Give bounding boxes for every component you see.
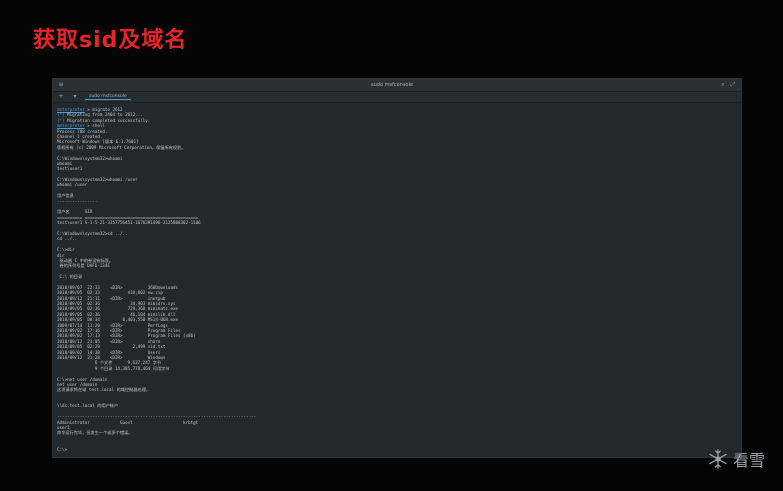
terminal-text: test\user1 xyxy=(57,166,83,172)
terminal-text: ----------------------------------------… xyxy=(57,414,257,420)
terminal-text: 2018/09/07 22:33 <DIR> 360Downloads xyxy=(57,284,179,290)
terminal-text: 2018/09/02 17:16 <DIR> Program Files xyxy=(57,328,181,334)
search-icon[interactable]: ⌕ xyxy=(719,82,727,88)
terminal-text: 2018/09/12 21:11 <DIR> inetpub xyxy=(57,295,166,301)
terminal-text: 2018/09/02 14:38 <DIR> Users xyxy=(57,349,161,355)
terminal-text: test\user1 S-1-5-21-3357756451-167639149… xyxy=(57,220,201,226)
terminal-text: 6 个文件 9,637,247 字节 xyxy=(57,360,162,366)
terminal-window: ≡ sudo msfconsole ⌕ ⤢ + ▾ sudo msfconsol… xyxy=(52,78,742,458)
terminal-prompt: meterpreter xyxy=(57,107,85,112)
terminal-text: 2018/09/12 21:05 <DIR> share xyxy=(57,338,161,344)
terminal-text: C:\Windows\system32>whoami /user xyxy=(57,177,138,183)
terminal-text: 用户名 SID xyxy=(57,209,93,215)
terminal-text: C:\Windows\system32>cd ../.. xyxy=(57,230,128,236)
terminal-text: 卷的序列号是 DAF6-134E xyxy=(57,263,110,269)
terminal-text: C:\>net user /domain xyxy=(57,376,108,382)
tab-bar: + ▾ sudo msfconsole xyxy=(53,92,741,103)
terminal-text: dir xyxy=(57,252,65,258)
slide: 获取sid及域名 ≡ sudo msfconsole ⌕ ⤢ + ▾ sudo … xyxy=(0,0,783,491)
terminal-text: Process 788 created. xyxy=(57,128,108,134)
terminal-text: Migration completed successfully. xyxy=(64,117,151,123)
terminal-prompt: [*] xyxy=(57,117,65,123)
watermark: 看雪 xyxy=(707,447,765,471)
terminal-text: 2018/09/05 02:29 2,499 sid.txt xyxy=(57,344,166,350)
window-title: sudo msfconsole xyxy=(371,82,413,88)
terminal-text: 命令运行完毕，但发生一个或多个错误。 xyxy=(57,430,133,436)
terminal-text: ---------------- xyxy=(57,198,98,204)
terminal-text: 用户信息 xyxy=(57,193,74,199)
terminal-text: 2018/09/05 02:36 34,903 mimidrv.sys xyxy=(57,301,176,307)
terminal-text: 2018/09/05 02:33 418,802 ew.zip xyxy=(57,290,163,296)
terminal-text: 版权所有 (c) 2009 Microsoft Corporation。保留所有… xyxy=(57,144,186,150)
terminal-prompt: meterpreter xyxy=(57,123,85,129)
terminal-text: cd ../.. xyxy=(57,236,78,242)
slide-title: 获取sid及域名 xyxy=(33,28,188,53)
terminal-text: 9 个目录 14,385,778,464 可用字节 xyxy=(57,365,170,371)
terminal-text: 2018/09/05 02:36 729,368 mimikatz.exe xyxy=(57,306,179,312)
terminal-prompt: [*] xyxy=(57,112,65,118)
new-tab-icon[interactable]: + xyxy=(57,94,65,100)
terminal-text: 这项请求将在域 test.local 的域控制器处理。 xyxy=(57,387,151,393)
terminal-text: whoami xyxy=(57,160,73,166)
terminal-text: 2009/07/14 11:20 <DIR> PerfLogs xyxy=(57,322,168,328)
terminal-text: C:\ 的目录 xyxy=(57,274,83,280)
terminal-text: ========== =============================… xyxy=(57,214,199,220)
tab-msfconsole[interactable]: sudo msfconsole xyxy=(85,94,131,100)
terminal-text: > shell xyxy=(84,123,105,129)
snowflake-logo-icon xyxy=(709,449,727,469)
terminal-text: C:\>dir xyxy=(57,247,75,253)
terminal-text: C:\> xyxy=(57,446,68,452)
terminal-text: Microsoft Windows [版本 6.1.7601] xyxy=(57,139,139,145)
terminal-text: whoami /user xyxy=(57,182,88,188)
terminal-text: C:\Windows\system32>whoami xyxy=(57,155,123,161)
terminal-output[interactable]: meterpreter > migrate 2612 [*] Migrating … xyxy=(53,103,741,452)
watermark-text: 看雪 xyxy=(732,451,765,470)
menu-icon[interactable]: ≡ xyxy=(57,82,65,88)
tabs-menu-icon[interactable]: ▾ xyxy=(71,94,79,100)
terminal-text: 2018/09/02 17:13 <DIR> Program Files (x8… xyxy=(57,333,196,339)
terminal-text: > migrate 2612 xyxy=(84,107,123,112)
terminal-text: 2018/09/05 02:36 46,104 mimilib.dll xyxy=(57,311,176,317)
window-titlebar: ≡ sudo msfconsole ⌕ ⤢ xyxy=(53,79,741,92)
titlebar-controls: ⌕ ⤢ xyxy=(719,82,737,88)
terminal-text: Migrating from 2404 to 2612... xyxy=(64,112,143,118)
terminal-text: \\dc.test.local 的用户帐户 xyxy=(57,403,119,409)
terminal-line: C:\> xyxy=(57,447,737,452)
terminal-text: 2018/09/05 00:34 8,403,558 MS14-068.exe xyxy=(57,317,179,323)
terminal-text: Administrator Guest krbtgt xyxy=(57,419,199,425)
expand-icon[interactable]: ⤢ xyxy=(729,82,737,88)
